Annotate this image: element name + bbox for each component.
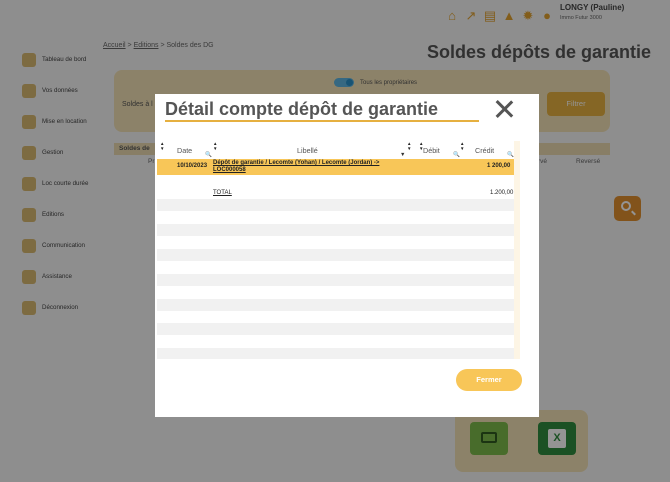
table-row [157,199,514,212]
table-row [157,311,514,323]
table-row [157,348,514,359]
sort-date-icon[interactable]: ▲ ▼ [160,141,164,151]
modal-title: Détail compte dépôt de garantie [165,99,439,119]
table-row [157,274,514,287]
table-row [157,286,514,298]
row-credit: 1 200,00 [487,163,511,169]
column-credit[interactable]: Crédit [475,146,494,155]
filter-credit-search-icon[interactable]: 🔍 [507,152,514,158]
row-libelle-line1: Dépôt de garantie / Lecomte (Yohan) / Le… [213,160,380,166]
close-button[interactable]: Fermer [456,369,522,391]
table-row [157,237,514,249]
grid-scrollbar[interactable] [514,141,520,359]
filter-libelle-funnel-icon[interactable]: ▼ [400,152,405,158]
deposit-detail-grid: ▲ ▼ Date 🔍 ▲ ▼ Libellé ▼ ▲ ▼ ▲ ▼ Débit 🔍 ▲ ▼ … [157,141,514,359]
table-row [157,175,514,187]
row-libelle-link[interactable]: Dépôt de garantie / Lecomte (Yohan) / Le… [213,160,379,174]
sort-credit-icon[interactable]: ▲ ▼ [460,141,464,151]
table-row [157,323,514,336]
total-row: TOTAL 1.200,00 [157,187,514,199]
grid-header: ▲ ▼ Date 🔍 ▲ ▼ Libellé ▼ ▲ ▼ ▲ ▼ Débit 🔍 ▲ ▼ … [157,141,514,159]
title-underline [165,120,479,122]
table-row [157,224,514,237]
row-libelle-line2: LOC000058 [213,167,246,173]
total-credit: 1.200,00 [490,190,514,196]
column-date[interactable]: Date [177,146,192,155]
filter-debit-search-icon[interactable]: 🔍 [453,152,460,158]
column-debit[interactable]: Débit [423,146,440,155]
column-libelle[interactable]: Libellé [297,146,318,155]
table-row [157,261,514,273]
table-row[interactable]: 10/10/2023 Dépôt de garantie / Lecomte (… [157,159,514,175]
sort-libelle-icon[interactable]: ▲ ▼ [213,141,217,151]
table-row [157,299,514,312]
row-date: 10/10/2023 [177,163,208,169]
table-row [157,249,514,262]
total-label: TOTAL [213,190,232,196]
deposit-detail-modal: Détail compte dépôt de garantie ▲ ▼ Date … [155,94,539,417]
close-icon[interactable] [493,98,515,120]
table-row [157,336,514,348]
table-row [157,212,514,224]
sort-libelle-right-icon[interactable]: ▲ ▼ [407,141,411,151]
filter-date-search-icon[interactable]: 🔍 [205,152,212,158]
